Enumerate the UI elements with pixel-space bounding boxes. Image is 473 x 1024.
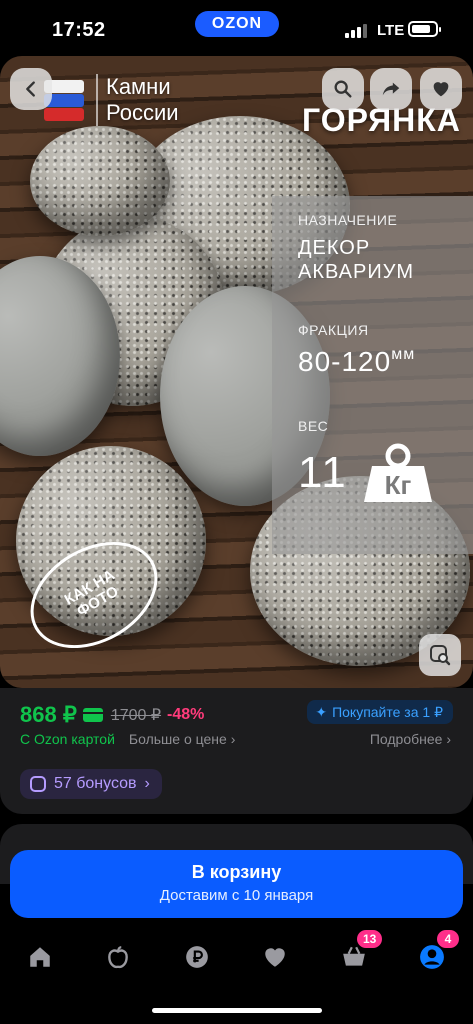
- share-icon: [382, 82, 400, 96]
- add-to-cart-button[interactable]: В корзину Доставим с 10 января: [10, 850, 463, 918]
- details-link[interactable]: Подробнее ›: [370, 731, 451, 747]
- sparkle-icon: ✦: [315, 703, 328, 720]
- weight-value: 11: [298, 448, 348, 497]
- home-indicator: [152, 1008, 322, 1013]
- specs-panel: НАЗНАЧЕНИЕ ДЕКОР АКВАРИУМ ФРАКЦИЯ 80-120…: [272, 196, 473, 554]
- status-bar: 17:52 OZON LTE: [0, 0, 473, 56]
- search-icon: [334, 80, 352, 98]
- tab-home[interactable]: [23, 940, 57, 974]
- favorite-button[interactable]: [420, 68, 462, 110]
- svg-text:Кг: Кг: [384, 470, 411, 500]
- search-button[interactable]: [322, 68, 364, 110]
- profile-icon: [420, 945, 444, 969]
- weight-kettlebell-icon: Кг: [362, 442, 434, 504]
- heart-icon: [433, 82, 449, 97]
- chevron-right-icon: ›: [446, 731, 451, 747]
- profile-notification-badge: 4: [437, 930, 459, 948]
- purpose-line1: ДЕКОР: [298, 237, 371, 259]
- stone-shape: [30, 126, 170, 236]
- apple-icon: [108, 946, 128, 969]
- price-subrow: С Ozon картой Больше о цене ›: [20, 731, 235, 747]
- weight-row: 11 Кг: [298, 442, 473, 504]
- signal-icon: [345, 24, 367, 38]
- cart-count-badge: 13: [357, 930, 383, 948]
- price-row: 868 ₽ 1700 ₽ -48%: [20, 702, 204, 728]
- price-with-card: 868 ₽: [20, 702, 77, 727]
- fraction-label: ФРАКЦИЯ: [298, 322, 369, 338]
- chevron-right-icon: ›: [230, 731, 236, 747]
- brand-logo: Камни России: [40, 74, 179, 126]
- bonus-chip[interactable]: 57 бонусов ›: [20, 769, 162, 799]
- back-button[interactable]: [10, 68, 52, 110]
- tab-finance[interactable]: [180, 940, 214, 974]
- heart-icon: [265, 948, 285, 967]
- ruble-icon: [186, 946, 208, 968]
- purpose-line2: АКВАРИУМ: [298, 261, 415, 283]
- bonus-icon: [30, 776, 46, 792]
- tab-favorites[interactable]: [258, 940, 292, 974]
- chevron-right-icon: ›: [144, 775, 150, 792]
- tab-profile[interactable]: 4: [415, 930, 459, 974]
- tab-fresh[interactable]: [101, 940, 135, 974]
- delivery-date-label: Доставим с 10 января: [159, 887, 314, 904]
- ozon-card-label: С Ozon картой: [20, 731, 115, 747]
- discount-badge: -48%: [167, 706, 205, 723]
- image-search-icon: [430, 645, 451, 666]
- status-time: 17:52: [52, 19, 106, 41]
- chevron-left-icon: [26, 81, 35, 97]
- visual-search-button[interactable]: [419, 634, 461, 676]
- weight-label: ВЕС: [298, 418, 329, 434]
- tab-cart[interactable]: 13: [337, 930, 383, 974]
- fraction-value: 80-120мм: [298, 346, 416, 377]
- price-old: 1700 ₽: [110, 707, 162, 724]
- card-icon: [82, 708, 103, 722]
- basket-icon: [343, 946, 365, 966]
- brand-name: Камни России: [96, 74, 179, 126]
- purpose-label: НАЗНАЧЕНИЕ: [298, 212, 398, 228]
- battery-icon: [408, 21, 441, 37]
- more-about-price-link[interactable]: Больше о цене ›: [129, 731, 235, 747]
- price-section: 868 ₽ 1700 ₽ -48% ✦ Покупайте за 1 ₽ С O…: [0, 688, 473, 814]
- home-icon: [30, 947, 50, 967]
- product-image[interactable]: Камни России ГОРЯНКА НАЗНАЧЕНИЕ ДЕКОР АК…: [0, 56, 473, 688]
- add-to-cart-label: В корзину: [191, 862, 282, 882]
- buy-for-1-rub-button[interactable]: ✦ Покупайте за 1 ₽: [307, 700, 453, 724]
- ozon-app-pill: OZON: [195, 11, 279, 37]
- share-button[interactable]: [370, 68, 412, 110]
- network-label: LTE: [377, 22, 405, 39]
